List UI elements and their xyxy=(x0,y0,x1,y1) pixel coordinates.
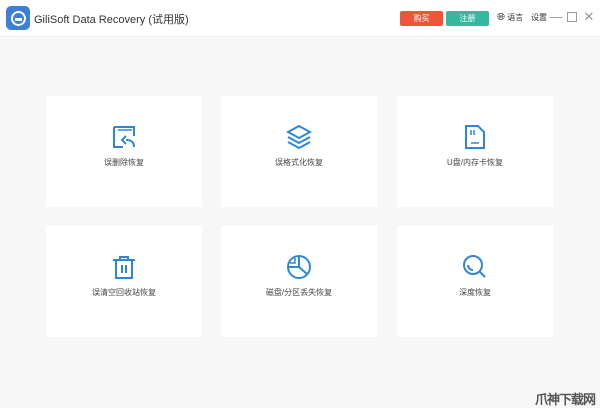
card-label: 误清空回收站恢复 xyxy=(92,288,156,297)
watermark: 爪神下载网 xyxy=(535,392,596,407)
maximize-icon[interactable] xyxy=(565,10,579,24)
register-button[interactable]: 注册 xyxy=(446,11,489,26)
search-icon xyxy=(463,255,486,278)
card-label: 误格式化恢复 xyxy=(275,158,323,167)
close-icon[interactable]: ✕ xyxy=(582,10,596,24)
card-format-recovery[interactable]: 误格式化恢复 xyxy=(221,96,377,207)
layers-icon xyxy=(286,124,312,150)
card-label: 磁盘/分区丢失恢复 xyxy=(265,288,333,297)
card-label: U盘/内存卡恢复 xyxy=(447,158,503,167)
app-title: GiliSoft Data Recovery (试用版) xyxy=(34,14,189,26)
card-partition-recovery[interactable]: 磁盘/分区丢失恢复 xyxy=(221,226,377,337)
card-label: 深度恢复 xyxy=(459,288,491,297)
card-deep-recovery[interactable]: 深度恢复 xyxy=(397,226,553,337)
pie-chart-icon xyxy=(287,255,311,279)
settings-button[interactable]: 设置 xyxy=(531,12,547,23)
minimize-icon[interactable]: — xyxy=(549,10,563,24)
card-recycle-bin-recovery[interactable]: 误清空回收站恢复 xyxy=(46,226,202,337)
card-usb-card-recovery[interactable]: U盘/内存卡恢复 xyxy=(397,96,553,207)
title-bar: GiliSoft Data Recovery (试用版) 购买 注册 🌐︎ 语言… xyxy=(0,0,600,37)
language-button[interactable]: 🌐︎ 语言 xyxy=(497,12,523,23)
language-label: 语言 xyxy=(507,13,524,22)
sd-card-icon xyxy=(465,125,485,149)
card-label: 误删除恢复 xyxy=(104,158,144,167)
buy-button[interactable]: 购买 xyxy=(400,11,443,26)
trash-icon xyxy=(113,256,135,279)
app-logo-icon xyxy=(6,6,30,30)
file-restore-icon xyxy=(113,126,135,148)
card-deleted-recovery[interactable]: 误删除恢复 xyxy=(46,96,202,207)
globe-icon: 🌐︎ xyxy=(497,12,505,23)
